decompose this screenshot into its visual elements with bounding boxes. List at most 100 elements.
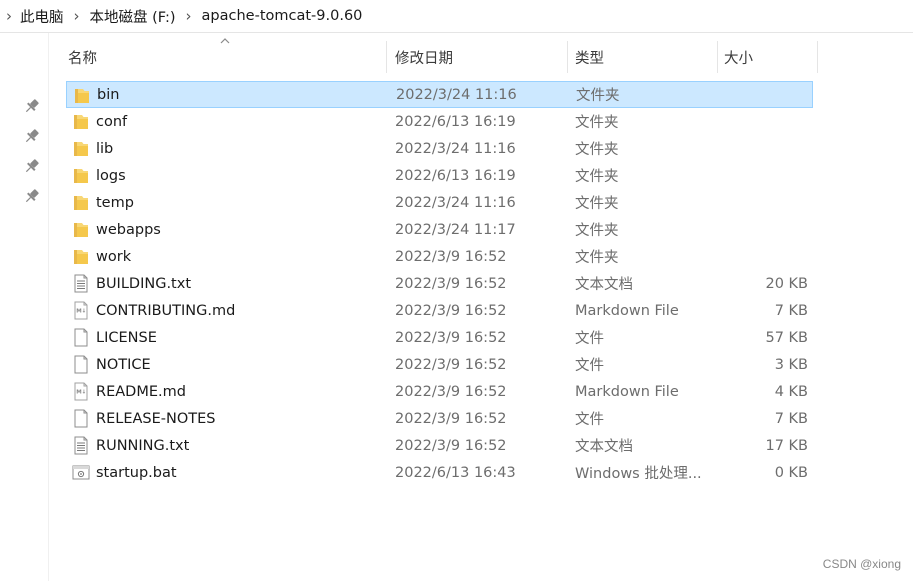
markdown-file-icon: M↓ bbox=[72, 301, 90, 320]
file-row[interactable]: M↓ CONTRIBUTING.md 2022/3/9 16:52 Markdown … bbox=[66, 297, 813, 324]
file-name: bin bbox=[97, 86, 120, 103]
navigation-pane-divider bbox=[48, 33, 49, 581]
file-type: 文件夹 bbox=[575, 250, 619, 266]
text-file-icon bbox=[72, 436, 90, 455]
file-size: 0 KB bbox=[774, 464, 808, 481]
file-size: 4 KB bbox=[774, 383, 808, 400]
column-divider[interactable] bbox=[567, 41, 568, 73]
file-row[interactable]: logs 2022/6/13 16:19 文件夹 bbox=[66, 162, 813, 189]
file-type: 文件 bbox=[575, 412, 604, 428]
file-type: Markdown File bbox=[575, 302, 679, 319]
file-name: conf bbox=[96, 113, 128, 130]
pin-icon[interactable] bbox=[22, 186, 42, 206]
file-name: lib bbox=[96, 140, 114, 157]
folder-icon bbox=[72, 247, 90, 266]
file-name: CONTRIBUTING.md bbox=[96, 302, 236, 319]
batch-file-icon bbox=[72, 463, 90, 482]
file-type: 文件 bbox=[575, 331, 604, 347]
file-type: 文件夹 bbox=[575, 169, 619, 185]
chevron-right-icon[interactable]: › bbox=[178, 7, 200, 25]
file-date-modified: 2022/3/9 16:52 bbox=[395, 275, 507, 292]
file-type: 文件夹 bbox=[576, 88, 620, 104]
file-type: 文件夹 bbox=[575, 196, 619, 212]
file-type: 文件 bbox=[575, 358, 604, 374]
file-date-modified: 2022/6/13 16:43 bbox=[395, 464, 516, 481]
chevron-right-icon[interactable]: › bbox=[66, 7, 88, 25]
folder-icon bbox=[73, 86, 91, 105]
file-date-modified: 2022/3/9 16:52 bbox=[395, 437, 507, 454]
column-header-size[interactable]: 大小 bbox=[724, 41, 814, 73]
file-date-modified: 2022/3/9 16:52 bbox=[395, 248, 507, 265]
pin-icon[interactable] bbox=[22, 156, 42, 176]
file-date-modified: 2022/6/13 16:19 bbox=[395, 113, 516, 130]
file-row[interactable]: RUNNING.txt 2022/3/9 16:52 文本文档 17 KB bbox=[66, 432, 813, 459]
file-row[interactable]: lib 2022/3/24 11:16 文件夹 bbox=[66, 135, 813, 162]
file-row[interactable]: work 2022/3/9 16:52 文件夹 bbox=[66, 243, 813, 270]
blank-file-icon bbox=[72, 409, 90, 428]
chevron-right-icon[interactable]: › bbox=[0, 7, 18, 25]
file-size: 17 KB bbox=[765, 437, 808, 454]
file-size: 7 KB bbox=[774, 410, 808, 427]
file-row[interactable]: NOTICE 2022/3/9 16:52 文件 3 KB bbox=[66, 351, 813, 378]
file-type: Windows 批处理... bbox=[575, 466, 702, 482]
file-name: NOTICE bbox=[96, 356, 151, 373]
file-name: temp bbox=[96, 194, 134, 211]
text-file-icon bbox=[72, 274, 90, 293]
file-row[interactable]: webapps 2022/3/24 11:17 文件夹 bbox=[66, 216, 813, 243]
file-date-modified: 2022/3/24 11:17 bbox=[395, 221, 516, 238]
file-name: startup.bat bbox=[96, 464, 177, 481]
file-row[interactable]: BUILDING.txt 2022/3/9 16:52 文本文档 20 KB bbox=[66, 270, 813, 297]
file-size: 3 KB bbox=[774, 356, 808, 373]
folder-icon bbox=[72, 193, 90, 212]
file-type: Markdown File bbox=[575, 383, 679, 400]
quick-access-pins bbox=[22, 96, 44, 216]
folder-icon bbox=[72, 112, 90, 131]
pin-icon[interactable] bbox=[22, 96, 42, 116]
file-name: webapps bbox=[96, 221, 161, 238]
file-name: README.md bbox=[96, 383, 186, 400]
breadcrumb-current-folder[interactable]: apache-tomcat-9.0.60 bbox=[200, 8, 365, 24]
column-divider[interactable] bbox=[386, 41, 387, 73]
file-date-modified: 2022/3/24 11:16 bbox=[396, 86, 517, 103]
markdown-file-icon: M↓ bbox=[72, 382, 90, 401]
file-type: 文件夹 bbox=[575, 142, 619, 158]
file-row[interactable]: M↓ README.md 2022/3/9 16:52 Markdown File 4 … bbox=[66, 378, 813, 405]
column-header-date-modified[interactable]: 修改日期 bbox=[395, 41, 565, 73]
file-type: 文本文档 bbox=[575, 439, 633, 455]
file-type: 文本文档 bbox=[575, 277, 633, 293]
svg-text:M↓: M↓ bbox=[76, 308, 86, 315]
column-divider[interactable] bbox=[717, 41, 718, 73]
file-date-modified: 2022/3/9 16:52 bbox=[395, 302, 507, 319]
file-row[interactable]: startup.bat 2022/6/13 16:43 Windows 批处理...… bbox=[66, 459, 813, 486]
file-name: RUNNING.txt bbox=[96, 437, 190, 454]
file-name: BUILDING.txt bbox=[96, 275, 192, 292]
address-breadcrumb[interactable]: › 此电脑 › 本地磁盘 (F:) › apache-tomcat-9.0.60 bbox=[0, 0, 913, 33]
breadcrumb-drive-f[interactable]: 本地磁盘 (F:) bbox=[88, 6, 178, 27]
file-size: 57 KB bbox=[765, 329, 808, 346]
file-type: 文件夹 bbox=[575, 115, 619, 131]
file-row[interactable]: temp 2022/3/24 11:16 文件夹 bbox=[66, 189, 813, 216]
file-row[interactable]: RELEASE-NOTES 2022/3/9 16:52 文件 7 KB bbox=[66, 405, 813, 432]
folder-icon bbox=[72, 166, 90, 185]
folder-icon bbox=[72, 220, 90, 239]
file-row[interactable]: conf 2022/6/13 16:19 文件夹 bbox=[66, 108, 813, 135]
file-date-modified: 2022/3/9 16:52 bbox=[395, 329, 507, 346]
file-date-modified: 2022/3/9 16:52 bbox=[395, 410, 507, 427]
file-date-modified: 2022/3/24 11:16 bbox=[395, 140, 516, 157]
file-row[interactable]: bin 2022/3/24 11:16 文件夹 bbox=[66, 81, 813, 108]
file-date-modified: 2022/3/24 11:16 bbox=[395, 194, 516, 211]
pin-icon[interactable] bbox=[22, 126, 42, 146]
folder-icon bbox=[72, 139, 90, 158]
watermark-text: CSDN @xiong bbox=[822, 557, 901, 571]
column-divider[interactable] bbox=[817, 41, 818, 73]
file-type: 文件夹 bbox=[575, 223, 619, 239]
file-date-modified: 2022/6/13 16:19 bbox=[395, 167, 516, 184]
file-name: LICENSE bbox=[96, 329, 157, 346]
file-name: logs bbox=[96, 167, 126, 184]
breadcrumb-this-pc[interactable]: 此电脑 bbox=[18, 6, 66, 27]
file-row[interactable]: LICENSE 2022/3/9 16:52 文件 57 KB bbox=[66, 324, 813, 351]
column-header-name[interactable]: 名称 bbox=[68, 41, 386, 73]
blank-file-icon bbox=[72, 355, 90, 374]
svg-text:M↓: M↓ bbox=[76, 389, 86, 396]
column-header-type[interactable]: 类型 bbox=[575, 41, 715, 73]
